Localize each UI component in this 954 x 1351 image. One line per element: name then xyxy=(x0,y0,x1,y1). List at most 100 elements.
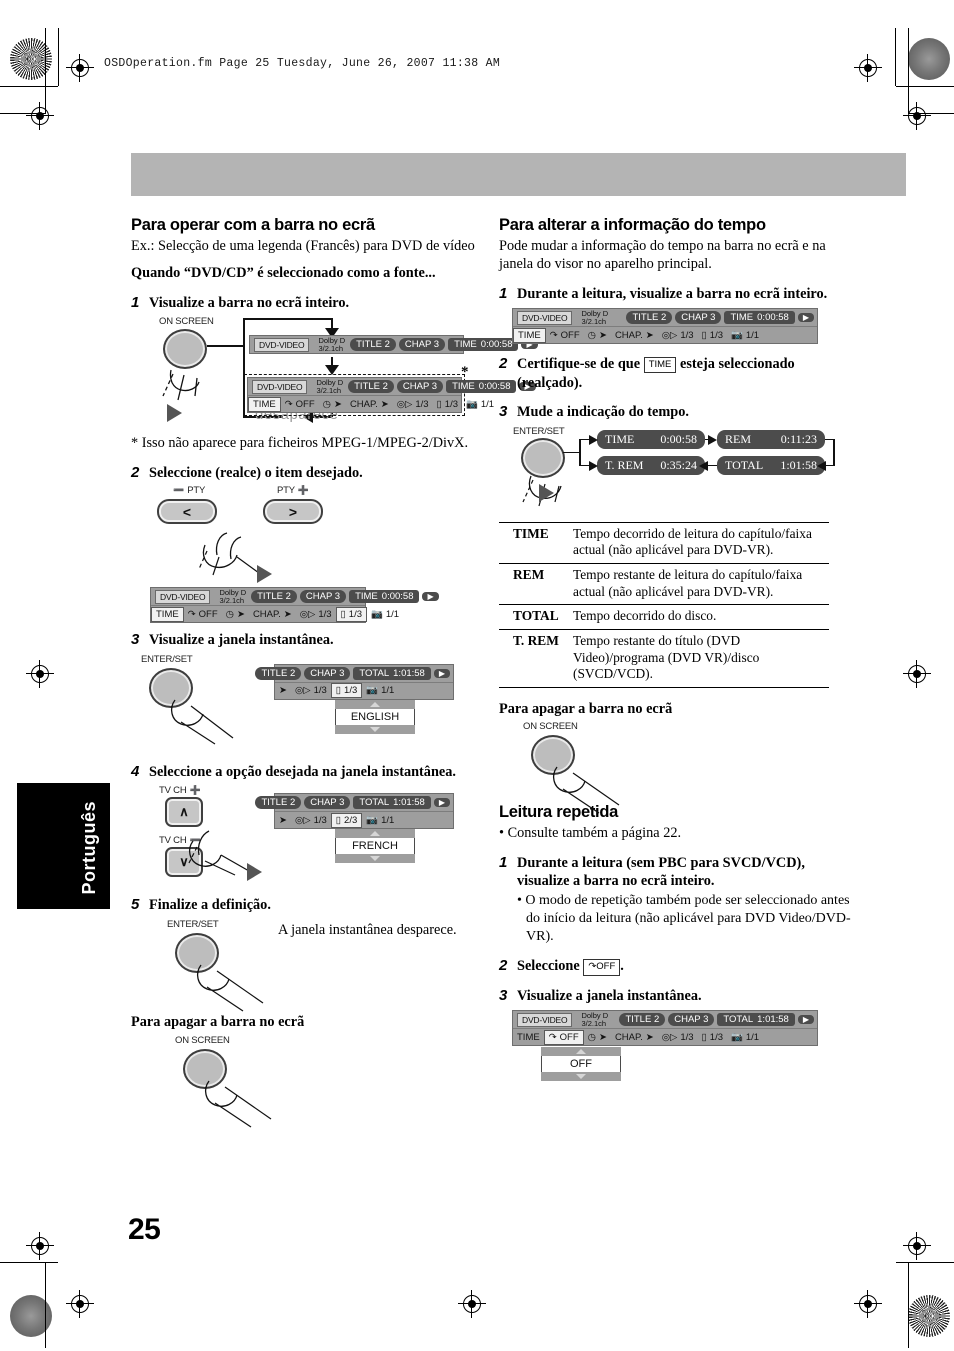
popup-value[interactable]: FRENCH xyxy=(335,838,415,855)
osd-audio-button[interactable]: ◎▷ 1/3 xyxy=(296,606,336,623)
osd-subtitle-button[interactable]: ▯ 1/3 xyxy=(335,606,367,622)
osd-audio-button[interactable]: ◎▷ 1/3 xyxy=(658,1029,698,1046)
osd-bar-popup-french: TITLE 2 CHAP 3 TOTAL 1:01:58 ▶ ➤ ◎▷ 1/3 ▯… xyxy=(255,793,454,830)
repeat-icon: ↷ xyxy=(284,398,293,410)
osd-time-search-button[interactable]: ◷ ➤ xyxy=(319,396,346,413)
left-arrow-button[interactable]: < xyxy=(157,499,217,525)
osd-angle-button[interactable]: 📷 1/1 xyxy=(462,396,498,413)
osd-time-label: TIME xyxy=(730,312,754,324)
osd-time-button[interactable]: TIME xyxy=(513,1029,544,1046)
right-step-2: 2 Certifique-se de que TIME esteja selec… xyxy=(499,355,851,392)
osd-total-label: TOTAL xyxy=(359,797,390,809)
step-number: 2 xyxy=(131,463,140,481)
osd-angle-button[interactable]: 📷 1/1 xyxy=(362,682,398,699)
left-column: Para operar com a barra no ecrã Ex.: Sel… xyxy=(131,216,538,1128)
page-number: 25 xyxy=(128,1213,161,1246)
osd-time-button[interactable]: TIME xyxy=(151,606,184,622)
tvch-down-label: TV CH xyxy=(159,835,187,847)
popup-scroll-down[interactable] xyxy=(335,724,415,734)
osd-chapter-pill: CHAP 3 xyxy=(396,380,444,394)
osd-angle-button[interactable]: 📷 1/1 xyxy=(367,606,403,623)
osd-bar-popup-english: TITLE 2 CHAP 3 TOTAL 1:01:58 ▶ ➤ ◎▷ 1/3 ▯… xyxy=(255,663,454,700)
popup-scroll-down[interactable] xyxy=(335,854,415,864)
right-arrow-button[interactable]: > xyxy=(263,499,323,525)
osd-total-value: 1:01:58 xyxy=(757,1014,789,1026)
osd-media-type: DVD-VIDEO xyxy=(517,310,573,325)
osd-title-pill: TITLE 2 xyxy=(255,666,302,680)
osd-audio-button[interactable]: ◎▷ 1/3 xyxy=(658,327,698,344)
repeat-bullet: • Consulte também a página 22. xyxy=(499,825,682,842)
osd-chapter-search-button[interactable]: CHAP. ➤ xyxy=(346,396,393,413)
osd-repeat-button[interactable]: ↷ OFF xyxy=(281,396,319,413)
crop-line xyxy=(908,1262,909,1348)
step-number: 3 xyxy=(499,403,508,421)
osd-angle-button[interactable]: 📷 1/1 xyxy=(727,1029,763,1046)
osd-audio-button[interactable]: ◎▷ 1/3 xyxy=(393,396,433,413)
popup-scroll-up[interactable] xyxy=(335,829,415,839)
osd-media-type: DVD-VIDEO xyxy=(254,337,310,352)
registration-mark-top-left xyxy=(66,54,94,82)
table-row: TOTAL Tempo decorrido do disco. xyxy=(499,604,829,630)
osd-repeat-button[interactable]: ↷ OFF xyxy=(543,1029,584,1045)
osd-time-value: 0:00:58 xyxy=(757,312,789,324)
clock-icon: ◷ xyxy=(587,329,596,341)
osd-time-value: 0:00:58 xyxy=(381,591,414,603)
popup-scroll-up[interactable] xyxy=(335,699,415,709)
osd-subtitle-button[interactable]: ▯ 1/3 xyxy=(698,327,727,344)
osd-angle-button[interactable]: 📷 1/1 xyxy=(727,327,763,344)
table-row: T. REM Tempo restante do título (DVD Vid… xyxy=(499,629,829,688)
step-number: 2 xyxy=(499,355,508,373)
right-intro-text: Pode mudar a informação do tempo na barr… xyxy=(499,237,826,273)
osd-right-arrow: ➤ xyxy=(275,812,291,829)
osd-title-pill: TITLE 2 xyxy=(348,380,394,394)
cycle-pill-time: TIME 0:00:58 xyxy=(597,429,705,449)
osd-subtitle-button[interactable]: ▯ 2/3 xyxy=(330,812,363,828)
pty-minus-label: PTY xyxy=(187,485,206,497)
step-text-part-a: Certifique-se de que xyxy=(517,356,641,373)
figure-repeat-popup-off: DVD-VIDEO Dolby D 3/2.1ch TITLE 2 CHAP 3… xyxy=(499,1010,851,1096)
osd-subtitle-button[interactable]: ▯ 1/3 xyxy=(330,683,363,699)
osd-audio-button[interactable]: ◎▷ 1/3 xyxy=(291,682,331,699)
osd-time-search-button[interactable]: ◷ ➤ xyxy=(584,1029,611,1046)
left-intro-text: Ex.: Selecção de uma legenda (Francês) p… xyxy=(131,237,475,254)
osd-time-button[interactable]: TIME xyxy=(248,396,281,412)
tvch-up-button[interactable]: ∧ xyxy=(165,797,203,828)
popup-value[interactable]: OFF xyxy=(541,1056,621,1073)
step-number: 5 xyxy=(131,896,140,914)
osd-subtitle-button[interactable]: ▯ 1/3 xyxy=(698,1029,727,1046)
press-direction-arrow xyxy=(257,565,272,584)
connector-line xyxy=(825,464,834,467)
osd-repeat-button[interactable]: ↷ OFF xyxy=(546,327,584,344)
figure-enter-set-english: ENTER/SET TITLE 2 CHAP 3 TOTAL 1:01:58 ▶… xyxy=(131,654,483,752)
popup-scroll-down[interactable] xyxy=(541,1072,621,1082)
figure-tvch-french: TV CH ➕ ∧ TV CH ➖ ∨ TITLE 2 CHAP 3 TOTAL… xyxy=(131,785,483,885)
osd-time-search-button[interactable]: ◷ ➤ xyxy=(584,327,611,344)
registration-mark-bottom-center xyxy=(458,1290,486,1318)
osd-chapter-search-button[interactable]: CHAP. ➤ xyxy=(611,1029,658,1046)
popup-value[interactable]: ENGLISH xyxy=(335,708,415,725)
osd-chapter-search-button[interactable]: CHAP. ➤ xyxy=(611,327,658,344)
osd-chapter-search-button[interactable]: CHAP. ➤ xyxy=(249,606,296,623)
step-number: 3 xyxy=(131,631,140,649)
osd-time-label: TIME xyxy=(355,591,378,603)
finger-press-illustration xyxy=(162,370,200,401)
osd-audio-format-line2: 3/2.1ch xyxy=(318,344,344,354)
osd-time-pill: TIME 0:00:58 xyxy=(724,311,795,325)
right-arrow-icon xyxy=(589,434,598,445)
enter-set-button-label: ENTER/SET xyxy=(141,653,193,665)
cycle-pill-trem: T. REM 0:35:24 xyxy=(597,455,705,475)
osd-audio-button[interactable]: ◎▷ 1/3 xyxy=(291,812,331,829)
osd-angle-button[interactable]: 📷 1/1 xyxy=(362,812,398,829)
osd-time-search-button[interactable]: ◷ ➤ xyxy=(222,606,249,623)
left-step5-note: A janela instantânea desparece. xyxy=(278,922,457,939)
osd-time-pill: TIME 0:00:58 xyxy=(349,590,420,604)
crop-line xyxy=(0,1262,58,1263)
popup-scroll-up[interactable] xyxy=(541,1047,621,1057)
step-number: 3 xyxy=(499,986,508,1004)
osd-repeat-button[interactable]: ↷ OFF xyxy=(184,606,222,623)
osd-subtitle-button[interactable]: ▯ 1/3 xyxy=(433,396,462,413)
cycle-value: 0:11:23 xyxy=(780,431,817,446)
osd-time-button[interactable]: TIME xyxy=(513,327,546,343)
connector-line xyxy=(707,464,717,467)
play-icon: ▶ xyxy=(422,592,439,602)
